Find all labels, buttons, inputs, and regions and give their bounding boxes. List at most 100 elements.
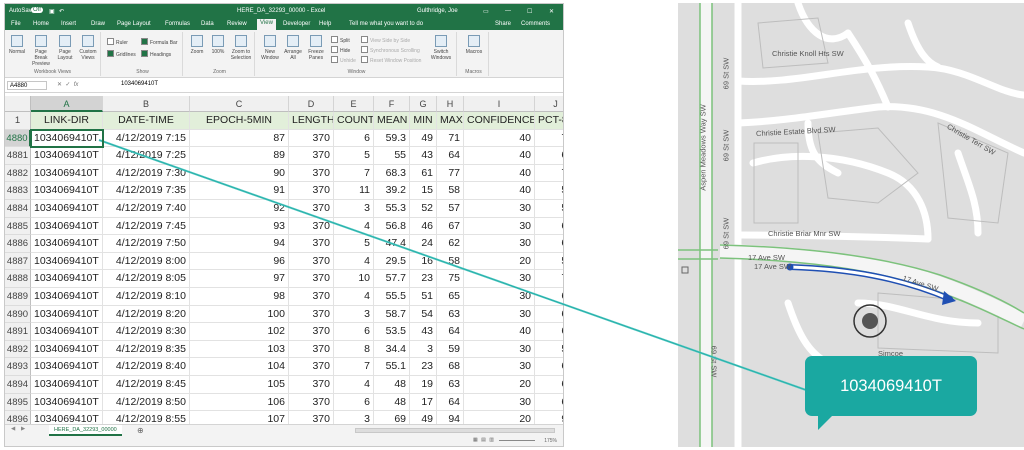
table-cell[interactable]: 370 [289,288,334,306]
next-sheet-icon[interactable]: ▶ [21,426,25,432]
table-cell[interactable]: 4/12/2019 8:20 [103,305,190,324]
table-cell[interactable]: 64 [535,394,563,412]
custom-views-button[interactable]: Custom Views [77,35,99,61]
table-cell[interactable]: 63 [535,376,563,394]
column-header[interactable]: C [190,96,289,112]
table-cell[interactable]: 4/12/2019 7:50 [103,235,190,253]
table-cell[interactable]: 5 [334,147,374,165]
table-cell[interactable]: 6 [334,129,374,148]
table-cell[interactable]: 7 [334,164,374,183]
ribbon-tab-developer[interactable]: Developer [283,21,310,27]
row-header[interactable]: 4888 [5,270,31,288]
table-cell[interactable]: 23 [410,358,437,376]
share-button[interactable]: Share [495,21,511,27]
ribbon-tab-formulas[interactable]: Formulas [165,21,190,27]
table-cell[interactable]: 1034069410T [31,393,103,412]
unhide-button[interactable]: Unhide [331,56,356,64]
table-cell[interactable]: 56.8 [374,217,410,236]
table-cell[interactable]: 4/12/2019 7:30 [103,164,190,183]
table-cell[interactable]: 63 [437,376,464,394]
column-title-cell[interactable]: PCT-85 [535,112,563,130]
table-cell[interactable]: 3 [334,200,374,218]
table-cell[interactable]: 66 [410,446,437,447]
table-cell[interactable]: 1034069410T [31,217,103,236]
table-cell[interactable]: 5 [334,235,374,253]
autosave-toggle[interactable]: Off [31,7,43,13]
table-cell[interactable]: 40 [464,164,535,183]
prev-sheet-icon[interactable]: ◀ [11,426,15,432]
table-cell[interactable]: 4/12/2019 8:35 [103,340,190,359]
table-cell[interactable]: 3 [410,340,437,359]
table-cell[interactable]: 34.4 [374,340,410,359]
table-cell[interactable]: 11 [334,182,374,200]
table-cell[interactable]: 59.3 [374,129,410,148]
table-cell[interactable]: 7 [334,358,374,376]
table-cell[interactable]: 71 [437,129,464,148]
switch-windows-button[interactable]: Switch Windows [429,35,453,61]
column-header[interactable]: I [464,96,535,112]
ribbon-tab-insert[interactable]: Insert [61,21,76,27]
add-sheet-icon[interactable]: ⊕ [137,426,144,435]
table-cell[interactable]: 1034069410T [30,128,104,149]
table-cell[interactable]: 90 [190,164,289,183]
table-cell[interactable]: 62 [535,235,563,253]
table-cell[interactable]: 4/12/2019 9:10 [103,446,190,447]
table-cell[interactable]: 58 [535,341,563,359]
table-cell[interactable]: 20 [464,376,535,394]
table-cell[interactable]: 89 [190,147,289,165]
row-header[interactable]: 4884 [5,200,31,218]
formula-input[interactable]: 1034069410T [121,81,158,87]
table-cell[interactable]: 4/12/2019 7:15 [103,129,190,148]
table-cell[interactable]: 19 [410,376,437,394]
table-cell[interactable]: 370 [289,358,334,376]
table-cell[interactable]: 4/12/2019 8:05 [103,270,190,288]
tell-me-search[interactable]: Tell me what you want to do [349,21,423,27]
table-cell[interactable]: 370 [289,376,334,394]
table-cell[interactable]: 39.2 [374,182,410,200]
table-cell[interactable]: 4/12/2019 8:30 [103,323,190,341]
split-button[interactable]: Split [331,36,350,44]
table-cell[interactable]: 1034069410T [31,358,103,376]
table-cell[interactable]: 75 [437,270,464,288]
table-cell[interactable]: 4/12/2019 8:40 [103,358,190,376]
table-cell[interactable]: 16 [410,252,437,271]
ribbon-tab-file[interactable]: File [11,21,21,27]
zoom-to-selection-button[interactable]: Zoom to Selection [229,35,253,61]
synchronous-scrolling-button[interactable]: Synchronous Scrolling [361,46,420,54]
freeze-panes-button[interactable]: Freeze Panes [305,35,327,61]
ribbon-tab-help[interactable]: Help [319,21,331,27]
select-all-corner[interactable] [5,96,31,112]
table-cell[interactable]: 64 [437,147,464,165]
table-cell[interactable]: 57 [535,200,563,218]
table-cell[interactable]: 30 [464,288,535,306]
table-cell[interactable]: 58 [437,252,464,271]
table-cell[interactable]: 370 [289,129,334,148]
table-cell[interactable]: 58.7 [374,305,410,324]
enter-icon[interactable]: ✓ [65,82,70,88]
table-cell[interactable]: 55.1 [374,358,410,376]
table-cell[interactable]: 74 [535,270,563,288]
normal-view-button[interactable]: Normal [7,35,27,55]
table-cell[interactable]: 3 [334,305,374,324]
view-side-by-side-button[interactable]: View Side by Side [361,36,410,44]
table-cell[interactable]: 370 [289,323,334,341]
table-cell[interactable]: 1034069410T [31,288,103,306]
table-cell[interactable]: 1034069410T [31,376,103,394]
column-header[interactable]: E [334,96,374,112]
row-header[interactable]: 4886 [5,235,31,253]
table-cell[interactable]: 76 [535,165,563,183]
table-cell[interactable]: 64 [437,393,464,412]
reset-window-position-button[interactable]: Reset Window Position [361,56,421,64]
table-cell[interactable]: 370 [289,270,334,288]
table-cell[interactable]: 52 [410,200,437,218]
table-cell[interactable]: 1034069410T [31,147,103,165]
table-cell[interactable]: 4/12/2019 7:35 [103,182,190,200]
row-header[interactable]: 4893 [5,358,31,376]
table-cell[interactable]: 370 [289,182,334,200]
table-cell[interactable]: 68.3 [374,164,410,183]
table-cell[interactable]: 4/12/2019 7:40 [103,200,190,218]
table-cell[interactable]: 103 [190,340,289,359]
table-cell[interactable]: 70 [535,446,564,447]
table-cell[interactable]: 58 [535,253,563,271]
formula-bar-checkbox[interactable]: Formula Bar [141,38,178,46]
